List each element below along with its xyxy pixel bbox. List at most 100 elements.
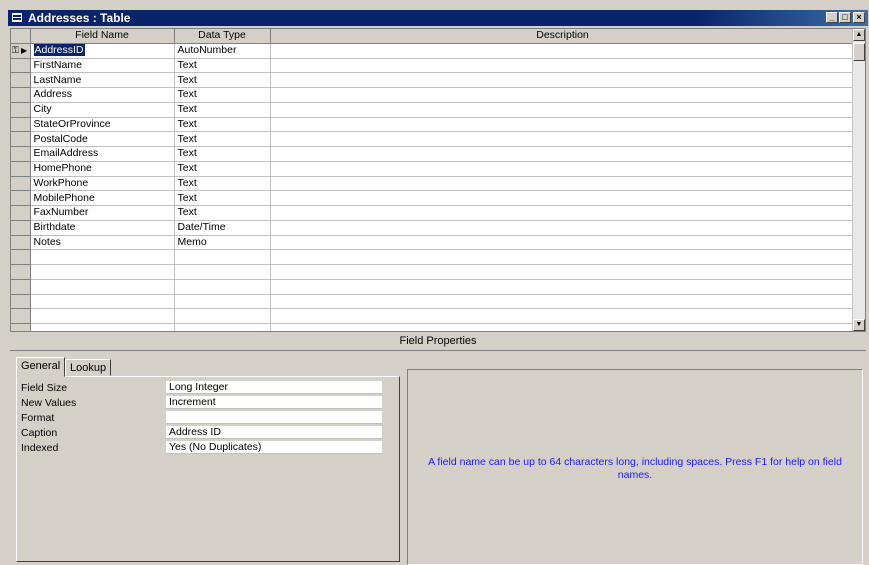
row-selector[interactable] xyxy=(11,235,31,251)
field-name-cell[interactable]: FaxNumber xyxy=(30,205,175,221)
table-row[interactable]: Birthdate Date/Time xyxy=(11,220,856,236)
data-type-cell[interactable] xyxy=(174,294,271,310)
row-selector[interactable] xyxy=(11,146,31,162)
table-row[interactable] xyxy=(11,323,856,331)
property-row[interactable]: Caption Address ID xyxy=(21,426,382,440)
description-cell[interactable] xyxy=(270,279,856,295)
property-value-field[interactable] xyxy=(166,411,382,424)
tab-lookup[interactable]: Lookup xyxy=(65,359,112,376)
data-type-cell[interactable] xyxy=(174,279,271,295)
field-name-cell[interactable] xyxy=(30,264,175,280)
maximize-button[interactable]: □ xyxy=(839,12,851,23)
description-cell[interactable] xyxy=(270,72,856,88)
description-cell[interactable] xyxy=(270,323,856,331)
row-selector[interactable] xyxy=(11,249,31,265)
field-name-cell[interactable] xyxy=(30,279,175,295)
row-selector[interactable] xyxy=(11,117,31,133)
field-name-cell[interactable]: HomePhone xyxy=(30,161,175,177)
field-name-cell[interactable]: EmailAddress xyxy=(30,146,175,162)
table-row[interactable]: City Text xyxy=(11,102,856,118)
row-selector[interactable] xyxy=(11,72,31,88)
data-type-cell[interactable]: Text xyxy=(174,146,271,162)
property-value-field[interactable]: Long Integer xyxy=(166,381,382,394)
data-type-cell[interactable]: Text xyxy=(174,87,271,103)
table-row[interactable]: LastName Text xyxy=(11,72,856,88)
field-name-cell[interactable]: AddressID xyxy=(30,43,175,59)
data-type-cell[interactable]: Memo xyxy=(174,235,271,251)
row-selector[interactable] xyxy=(11,176,31,192)
data-type-cell[interactable] xyxy=(174,308,271,324)
description-cell[interactable] xyxy=(270,249,856,265)
table-row[interactable] xyxy=(11,308,856,324)
table-row[interactable]: StateOrProvince Text xyxy=(11,117,856,133)
row-selector[interactable] xyxy=(11,279,31,295)
field-name-cell[interactable]: LastName xyxy=(30,72,175,88)
description-cell[interactable] xyxy=(270,117,856,133)
description-cell[interactable] xyxy=(270,161,856,177)
field-name-cell[interactable]: PostalCode xyxy=(30,131,175,147)
row-selector[interactable] xyxy=(11,220,31,236)
field-name-cell[interactable] xyxy=(30,323,175,331)
data-type-cell[interactable]: Text xyxy=(174,72,271,88)
description-cell[interactable] xyxy=(270,58,856,74)
table-row[interactable] xyxy=(11,249,856,265)
data-type-cell[interactable]: Text xyxy=(174,58,271,74)
vertical-scrollbar[interactable]: ▲ ▼ xyxy=(852,29,865,331)
title-bar[interactable]: Addresses : Table _ □ × xyxy=(8,10,868,26)
field-name-cell[interactable] xyxy=(30,308,175,324)
property-row[interactable]: Field Size Long Integer xyxy=(21,381,382,395)
field-name-cell[interactable]: Notes xyxy=(30,235,175,251)
data-type-cell[interactable]: Date/Time xyxy=(174,220,271,236)
row-selector[interactable] xyxy=(11,323,31,331)
row-selector[interactable] xyxy=(11,58,31,74)
field-name-cell[interactable] xyxy=(30,294,175,310)
row-selector[interactable] xyxy=(11,308,31,324)
table-row[interactable]: WorkPhone Text xyxy=(11,176,856,192)
row-selector[interactable] xyxy=(11,205,31,221)
field-name-cell[interactable]: WorkPhone xyxy=(30,176,175,192)
table-row[interactable]: Notes Memo xyxy=(11,235,856,251)
data-type-cell[interactable]: Text xyxy=(174,205,271,221)
property-value-field[interactable]: Address ID xyxy=(166,426,382,439)
scroll-down-button[interactable]: ▼ xyxy=(853,319,865,331)
data-type-cell[interactable]: Text xyxy=(174,176,271,192)
row-selector[interactable] xyxy=(11,102,31,118)
column-header-description[interactable]: Description xyxy=(270,29,856,44)
property-value-field[interactable]: Yes (No Duplicates) xyxy=(166,441,382,454)
data-type-cell[interactable] xyxy=(174,264,271,280)
row-selector[interactable] xyxy=(11,131,31,147)
description-cell[interactable] xyxy=(270,308,856,324)
description-cell[interactable] xyxy=(270,205,856,221)
scroll-up-button[interactable]: ▲ xyxy=(853,29,865,41)
row-selector[interactable] xyxy=(11,190,31,206)
table-row[interactable]: HomePhone Text xyxy=(11,161,856,177)
data-type-cell[interactable]: Text xyxy=(174,117,271,133)
data-type-cell[interactable] xyxy=(174,249,271,265)
data-type-cell[interactable]: Text xyxy=(174,161,271,177)
description-cell[interactable] xyxy=(270,131,856,147)
table-row[interactable]: MobilePhone Text xyxy=(11,190,856,206)
description-cell[interactable] xyxy=(270,190,856,206)
table-row[interactable] xyxy=(11,279,856,295)
property-row[interactable]: Indexed Yes (No Duplicates) xyxy=(21,441,382,455)
data-type-cell[interactable]: Text xyxy=(174,102,271,118)
row-selector[interactable] xyxy=(11,294,31,310)
description-cell[interactable] xyxy=(270,294,856,310)
description-cell[interactable] xyxy=(270,264,856,280)
close-button[interactable]: × xyxy=(853,12,865,23)
field-name-cell[interactable]: City xyxy=(30,102,175,118)
description-cell[interactable] xyxy=(270,43,856,59)
description-cell[interactable] xyxy=(270,102,856,118)
tab-general[interactable]: General xyxy=(16,357,66,377)
field-name-cell[interactable]: Address xyxy=(30,87,175,103)
table-row[interactable]: FaxNumber Text xyxy=(11,205,856,221)
field-name-cell[interactable] xyxy=(30,249,175,265)
description-cell[interactable] xyxy=(270,146,856,162)
row-selector[interactable]: ⚿ ▶ xyxy=(11,43,31,59)
scroll-thumb[interactable] xyxy=(853,43,865,61)
field-name-cell[interactable]: MobilePhone xyxy=(30,190,175,206)
description-cell[interactable] xyxy=(270,235,856,251)
row-selector[interactable] xyxy=(11,161,31,177)
property-row[interactable]: Format xyxy=(21,411,382,425)
field-name-cell[interactable]: Birthdate xyxy=(30,220,175,236)
